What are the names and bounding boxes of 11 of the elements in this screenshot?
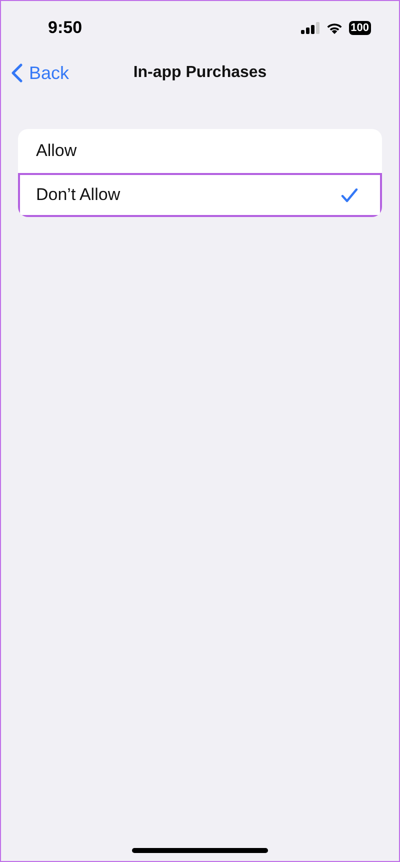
option-row[interactable]: Allow: [18, 129, 382, 173]
page-title: In-app Purchases: [133, 64, 267, 82]
status-time: 9:50: [48, 18, 82, 38]
wifi-icon: [326, 22, 343, 34]
option-label: Don’t Allow: [36, 185, 120, 205]
chevron-left-icon: [11, 63, 23, 83]
battery-indicator: 100: [348, 21, 371, 35]
option-label: Allow: [36, 141, 77, 161]
option-row[interactable]: Don’t Allow: [18, 173, 382, 217]
back-button[interactable]: Back: [1, 62, 70, 84]
signal-icon: [300, 22, 320, 34]
